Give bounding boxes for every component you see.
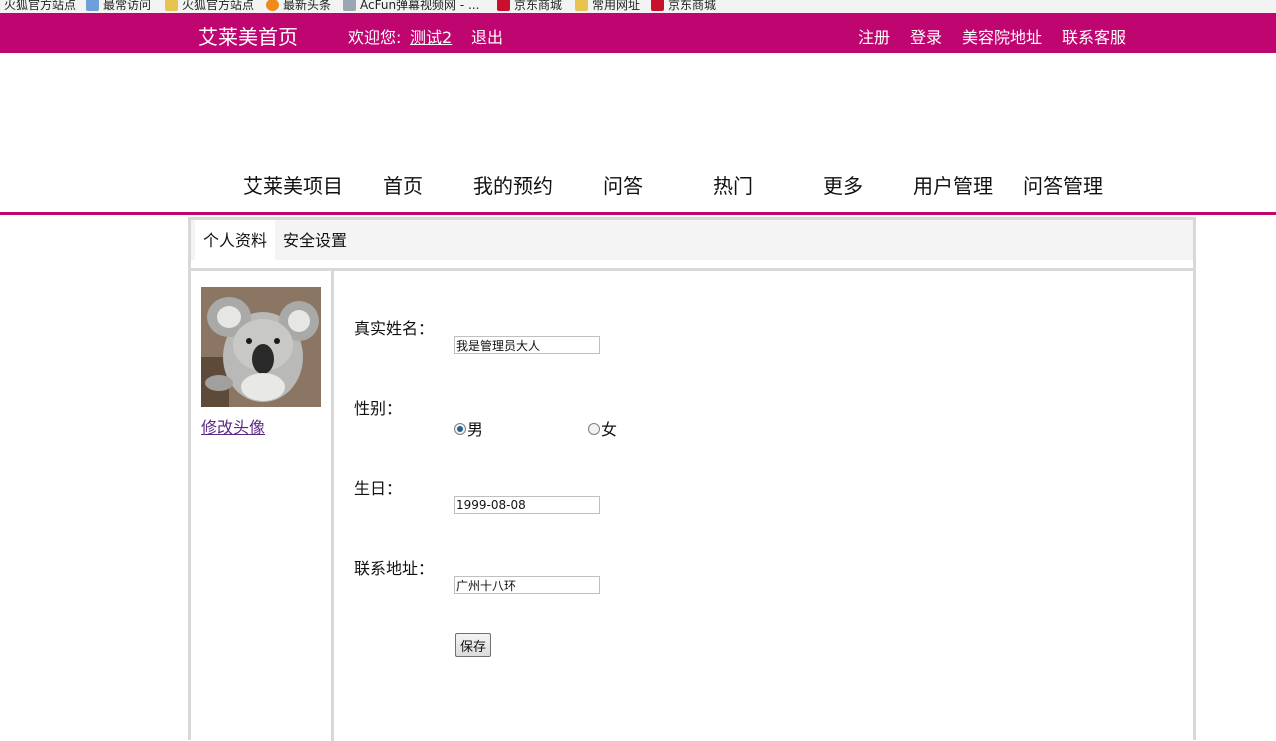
- nav-item-more[interactable]: 更多: [823, 170, 863, 199]
- bookmark-label: 京东商城: [668, 0, 717, 12]
- username-link[interactable]: 测试2: [410, 24, 452, 48]
- radio-checked-icon[interactable]: [454, 423, 466, 435]
- bookmark-label: 火狐官方站点: [4, 0, 77, 12]
- main-nav: 艾莱美项目 首页 我的预约 问答 热门 更多 用户管理 问答管理: [0, 170, 1276, 200]
- tab-security[interactable]: 安全设置: [275, 220, 355, 260]
- bookmark-item[interactable]: 火狐官方站点: [4, 0, 76, 13]
- top-bar: 艾莱美首页 欢迎您: 测试2 退出 注册 登录 美容院地址 联系客服: [0, 13, 1276, 53]
- bookmark-label: 火狐官方站点: [182, 0, 255, 12]
- fire-icon: [266, 0, 279, 11]
- salon-address-link[interactable]: 美容院地址: [962, 24, 1042, 48]
- bookmark-label: AcFun弹幕视频网 - ...: [360, 0, 480, 12]
- acfun-icon: [343, 0, 356, 11]
- tab-bar: 个人资料 安全设置: [191, 220, 1193, 260]
- nav-item-home[interactable]: 首页: [383, 170, 423, 199]
- brand-home-link[interactable]: 艾莱美首页: [198, 21, 298, 50]
- radio-unchecked-icon[interactable]: [588, 423, 600, 435]
- real-name-label: 真实姓名：: [354, 319, 435, 338]
- bookmark-item[interactable]: 最常访问: [86, 0, 151, 13]
- birthday-label: 生日：: [354, 479, 403, 498]
- bookmark-label: 最新头条: [283, 0, 332, 12]
- star-folder-icon: [86, 0, 99, 11]
- gender-male-label: 男: [467, 420, 484, 439]
- bookmark-item[interactable]: 京东商城: [651, 0, 716, 13]
- bookmark-label: 常用网址: [592, 0, 641, 12]
- birthday-input[interactable]: [454, 496, 600, 514]
- change-avatar-link[interactable]: 修改头像: [201, 414, 265, 438]
- address-input[interactable]: [454, 576, 600, 594]
- bookmark-label: 最常访问: [103, 0, 152, 12]
- avatar-sidebar: 修改头像: [191, 271, 334, 741]
- bookmark-item[interactable]: AcFun弹幕视频网 - ...: [343, 0, 479, 13]
- gender-female-label: 女: [601, 420, 618, 439]
- gender-male-option[interactable]: 男: [454, 416, 483, 440]
- bookmark-label: 京东商城: [514, 0, 563, 12]
- bookmark-bar: 火狐官方站点 最常访问 火狐官方站点 最新头条 AcFun弹幕视频网 - ...…: [0, 0, 1276, 14]
- nav-divider: [0, 212, 1276, 215]
- profile-panel: 个人资料 安全设置 修改头像 真实姓名： 我是管理员大人 性别： 男 女 生日：…: [188, 217, 1196, 741]
- jd-icon: [497, 0, 510, 11]
- address-label: 联系地址：: [354, 559, 435, 578]
- tab-profile[interactable]: 个人资料: [195, 220, 276, 260]
- koala-avatar-image: [201, 287, 321, 407]
- jd-icon: [651, 0, 664, 11]
- bookmark-item[interactable]: 最新头条: [266, 0, 331, 13]
- profile-form: 真实姓名： 性别： 男 女 生日： 联系地址： 保存: [334, 271, 1193, 741]
- login-link[interactable]: 登录: [910, 24, 942, 48]
- real-name-input[interactable]: [454, 336, 600, 354]
- logout-link[interactable]: 退出: [471, 24, 503, 48]
- nav-item-appointments[interactable]: 我的预约: [473, 170, 553, 199]
- contact-service-link[interactable]: 联系客服: [1062, 24, 1126, 48]
- nav-item-hot[interactable]: 热门: [713, 170, 753, 199]
- bookmark-item[interactable]: 常用网址: [575, 0, 640, 13]
- nav-item-projects[interactable]: 艾莱美项目: [243, 170, 343, 199]
- nav-item-qa-management[interactable]: 问答管理: [1023, 170, 1103, 199]
- avatar: [201, 287, 321, 407]
- folder-icon: [165, 0, 178, 11]
- save-button[interactable]: 保存: [455, 633, 491, 657]
- nav-item-user-management[interactable]: 用户管理: [913, 170, 993, 199]
- folder-icon: [575, 0, 588, 11]
- welcome-text: 欢迎您:: [348, 28, 402, 47]
- gender-female-option[interactable]: 女: [588, 416, 617, 440]
- bookmark-item[interactable]: 京东商城: [497, 0, 562, 13]
- gender-label: 性别：: [354, 399, 403, 418]
- bookmark-item[interactable]: 火狐官方站点: [165, 0, 254, 13]
- register-link[interactable]: 注册: [858, 24, 890, 48]
- nav-item-qa[interactable]: 问答: [603, 170, 643, 199]
